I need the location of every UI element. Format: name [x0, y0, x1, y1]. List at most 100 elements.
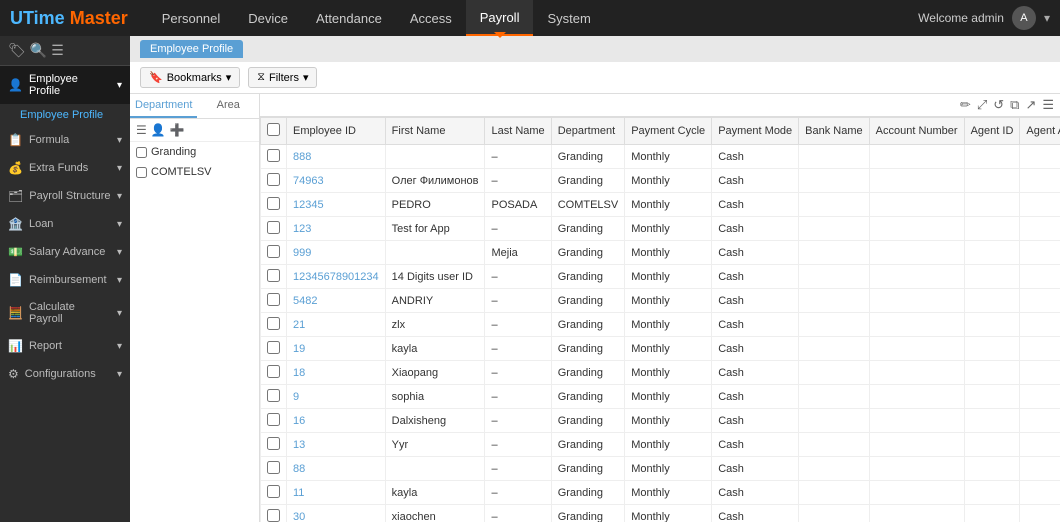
search-icon[interactable]: 🔍	[30, 42, 47, 59]
row-select-checkbox[interactable]	[267, 365, 280, 378]
list-icon[interactable]: ☰	[136, 123, 147, 137]
tab-area[interactable]: Area	[197, 94, 259, 118]
row-select-checkbox[interactable]	[267, 245, 280, 258]
row-select-checkbox[interactable]	[267, 437, 280, 450]
row-checkbox[interactable]	[261, 481, 287, 505]
bookmarks-button[interactable]: 🔖 Bookmarks ▾	[140, 67, 240, 88]
filters-button[interactable]: ⧖ Filters ▾	[248, 67, 317, 88]
nav-payroll[interactable]: Payroll	[466, 0, 534, 36]
add-icon[interactable]: ➕	[170, 123, 185, 137]
row-checkbox[interactable]	[261, 145, 287, 169]
row-employee-id[interactable]: 74963	[287, 169, 386, 193]
row-employee-id[interactable]: 11	[287, 481, 386, 505]
row-employee-id[interactable]: 18	[287, 361, 386, 385]
refresh-icon[interactable]: ↺	[993, 97, 1004, 113]
sidebar-item-configurations[interactable]: ⚙ Configurations ▾	[0, 360, 130, 388]
row-checkbox[interactable]	[261, 289, 287, 313]
row-checkbox[interactable]	[261, 337, 287, 361]
dept-item-comtelsv[interactable]: COMTELSV	[130, 162, 259, 182]
row-select-checkbox[interactable]	[267, 413, 280, 426]
row-employee-id[interactable]: 9	[287, 385, 386, 409]
nav-attendance[interactable]: Attendance	[302, 0, 396, 36]
row-select-checkbox[interactable]	[267, 149, 280, 162]
row-select-checkbox[interactable]	[267, 485, 280, 498]
user-add-icon[interactable]: 👤	[151, 123, 166, 137]
avatar[interactable]: A	[1012, 6, 1036, 30]
breadcrumb-tab[interactable]: Employee Profile	[140, 40, 243, 58]
row-employee-id[interactable]: 5482	[287, 289, 386, 313]
dept-checkbox-comtelsv[interactable]	[136, 167, 147, 178]
edit-icon[interactable]: ✏	[960, 97, 971, 113]
dropdown-arrow-icon[interactable]: ▾	[1044, 11, 1050, 25]
row-account-number	[869, 361, 964, 385]
row-bank-name	[799, 289, 869, 313]
nav-access[interactable]: Access	[396, 0, 466, 36]
row-employee-id[interactable]: 30	[287, 505, 386, 522]
row-select-checkbox[interactable]	[267, 509, 280, 522]
tab-department[interactable]: Department	[130, 94, 197, 118]
row-select-checkbox[interactable]	[267, 173, 280, 186]
row-checkbox[interactable]	[261, 361, 287, 385]
row-checkbox[interactable]	[261, 169, 287, 193]
sidebar-item-reimbursement[interactable]: 📄 Reimbursement ▾	[0, 266, 130, 294]
row-select-checkbox[interactable]	[267, 197, 280, 210]
row-checkbox[interactable]	[261, 241, 287, 265]
row-agent-account	[1020, 193, 1060, 217]
row-employee-id[interactable]: 12345	[287, 193, 386, 217]
sidebar-item-formula[interactable]: 📋 Formula ▾	[0, 126, 130, 154]
row-checkbox[interactable]	[261, 433, 287, 457]
row-select-checkbox[interactable]	[267, 269, 280, 282]
row-employee-id[interactable]: 123	[287, 217, 386, 241]
row-select-checkbox[interactable]	[267, 461, 280, 474]
expand-icon[interactable]: ⤢	[977, 97, 987, 113]
sidebar-item-loan[interactable]: 🏦 Loan ▾	[0, 210, 130, 238]
row-employee-id[interactable]: 88	[287, 457, 386, 481]
row-checkbox[interactable]	[261, 505, 287, 522]
dept-label-granding: Granding	[151, 146, 196, 158]
table-row: 5482 ANDRIY – Granding Monthly Cash ✎	[261, 289, 1060, 313]
sidebar-item-label: Formula	[29, 134, 69, 146]
dept-item-granding[interactable]: Granding	[130, 142, 259, 162]
sidebar-item-calculate-payroll[interactable]: 🧮 Calculate Payroll ▾	[0, 294, 130, 332]
row-checkbox[interactable]	[261, 457, 287, 481]
row-checkbox[interactable]	[261, 313, 287, 337]
copy-icon[interactable]: ⧉	[1010, 97, 1019, 113]
row-account-number	[869, 313, 964, 337]
sidebar-subitem-employee-profile[interactable]: Employee Profile	[0, 104, 130, 126]
row-checkbox[interactable]	[261, 217, 287, 241]
select-all-checkbox[interactable]	[267, 123, 280, 136]
sidebar-item-payroll-structure[interactable]: 🗂 Payroll Structure ▾	[0, 182, 130, 210]
sidebar-item-salary-advance[interactable]: 💵 Salary Advance ▾	[0, 238, 130, 266]
sidebar-item-report[interactable]: 📊 Report ▾	[0, 332, 130, 360]
row-select-checkbox[interactable]	[267, 317, 280, 330]
row-select-checkbox[interactable]	[267, 293, 280, 306]
nav-personnel[interactable]: Personnel	[148, 0, 235, 36]
row-employee-id[interactable]: 13	[287, 433, 386, 457]
sidebar-item-label: Salary Advance	[29, 246, 105, 258]
export-icon[interactable]: ↗	[1025, 97, 1036, 113]
row-select-checkbox[interactable]	[267, 389, 280, 402]
nav-device[interactable]: Device	[234, 0, 302, 36]
row-employee-id[interactable]: 12345678901234	[287, 265, 386, 289]
row-checkbox[interactable]	[261, 385, 287, 409]
sidebar-item-extra-funds[interactable]: 💰 Extra Funds ▾	[0, 154, 130, 182]
menu-icon[interactable]: ☰	[51, 42, 64, 59]
nav-system[interactable]: System	[533, 0, 604, 36]
row-employee-id[interactable]: 999	[287, 241, 386, 265]
row-employee-id[interactable]: 16	[287, 409, 386, 433]
dept-checkbox-granding[interactable]	[136, 147, 147, 158]
tag-icon[interactable]: 🏷	[8, 42, 26, 59]
row-payment-mode: Cash	[712, 193, 799, 217]
row-select-checkbox[interactable]	[267, 221, 280, 234]
row-select-checkbox[interactable]	[267, 341, 280, 354]
row-agent-id	[964, 481, 1020, 505]
columns-icon[interactable]: ☰	[1042, 97, 1054, 113]
row-checkbox[interactable]	[261, 193, 287, 217]
row-employee-id[interactable]: 21	[287, 313, 386, 337]
row-employee-id[interactable]: 888	[287, 145, 386, 169]
row-employee-id[interactable]: 19	[287, 337, 386, 361]
row-checkbox[interactable]	[261, 409, 287, 433]
row-checkbox[interactable]	[261, 265, 287, 289]
row-payment-mode: Cash	[712, 433, 799, 457]
sidebar-item-employee-profile[interactable]: 👤 Employee Profile ▾	[0, 66, 130, 104]
